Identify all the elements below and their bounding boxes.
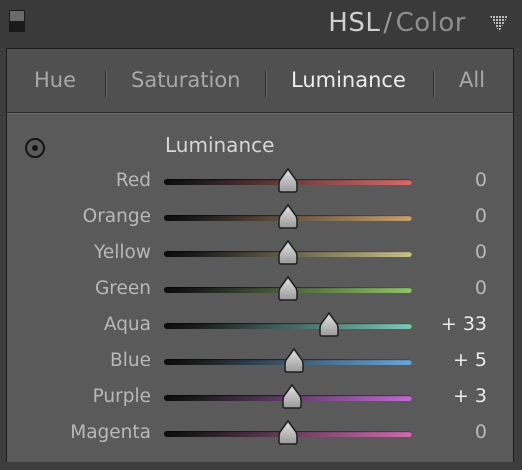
slider-value-purple[interactable]: + 3 <box>453 385 487 407</box>
slider-label-yellow: Yellow <box>94 242 151 263</box>
section-title: Luminance <box>165 133 275 157</box>
title-color[interactable]: Color <box>396 8 466 38</box>
hsl-panel-frame: Hue Saturation Luminance All Luminance R… <box>6 48 514 462</box>
tab-all[interactable]: All <box>459 68 485 92</box>
slider-label-green: Green <box>94 278 151 299</box>
slider-row-blue: Blue + 5 <box>7 344 513 380</box>
tab-divider <box>265 71 266 97</box>
slider-thumb-green[interactable] <box>277 276 299 302</box>
slider-label-orange: Orange <box>82 206 151 227</box>
slider-label-aqua: Aqua <box>103 314 151 335</box>
tab-luminance[interactable]: Luminance <box>291 68 406 92</box>
slider-thumb-aqua[interactable] <box>318 312 340 338</box>
slider-label-purple: Purple <box>92 386 151 407</box>
luminance-section: Luminance Red 0 Orange 0 Yellow 0 Green 0 Aqua + … <box>7 113 513 462</box>
slider-row-magenta: Magenta 0 <box>7 416 513 452</box>
slider-row-yellow: Yellow 0 <box>7 236 513 272</box>
tab-saturation[interactable]: Saturation <box>131 68 240 92</box>
slider-row-orange: Orange 0 <box>7 200 513 236</box>
slider-thumb-red[interactable] <box>277 168 299 194</box>
slider-value-yellow[interactable]: 0 <box>475 241 487 263</box>
slider-label-red: Red <box>115 170 151 191</box>
slider-thumb-blue[interactable] <box>283 348 305 374</box>
slider-label-blue: Blue <box>110 350 151 371</box>
slider-label-magenta: Magenta <box>70 422 151 443</box>
tab-divider <box>433 71 434 97</box>
slider-thumb-magenta[interactable] <box>277 420 299 446</box>
slider-value-aqua[interactable]: + 33 <box>441 313 487 335</box>
slider-thumb-yellow[interactable] <box>277 240 299 266</box>
slider-value-blue[interactable]: + 5 <box>453 349 487 371</box>
slider-value-orange[interactable]: 0 <box>475 205 487 227</box>
slider-value-green[interactable]: 0 <box>475 277 487 299</box>
collapse-triangle-icon[interactable] <box>490 16 508 32</box>
slider-row-green: Green 0 <box>7 272 513 308</box>
panel-title[interactable]: HSL / Color <box>328 8 466 38</box>
slider-thumb-orange[interactable] <box>277 204 299 230</box>
panel-toggle-icon[interactable] <box>9 10 25 32</box>
slider-row-aqua: Aqua + 33 <box>7 308 513 344</box>
slider-value-magenta[interactable]: 0 <box>475 421 487 443</box>
target-adjustment-icon[interactable] <box>25 138 45 158</box>
tab-hue[interactable]: Hue <box>34 68 76 92</box>
slider-track-aqua[interactable] <box>164 323 412 329</box>
panel-header: HSL / Color <box>0 0 522 48</box>
slider-row-purple: Purple + 3 <box>7 380 513 416</box>
mode-tabs: Hue Saturation Luminance All <box>7 49 513 113</box>
slider-row-red: Red 0 <box>7 164 513 200</box>
title-hsl[interactable]: HSL <box>328 8 380 38</box>
title-separator: / <box>383 8 393 38</box>
slider-thumb-purple[interactable] <box>281 384 303 410</box>
slider-value-red[interactable]: 0 <box>475 169 487 191</box>
tab-divider <box>105 71 106 97</box>
